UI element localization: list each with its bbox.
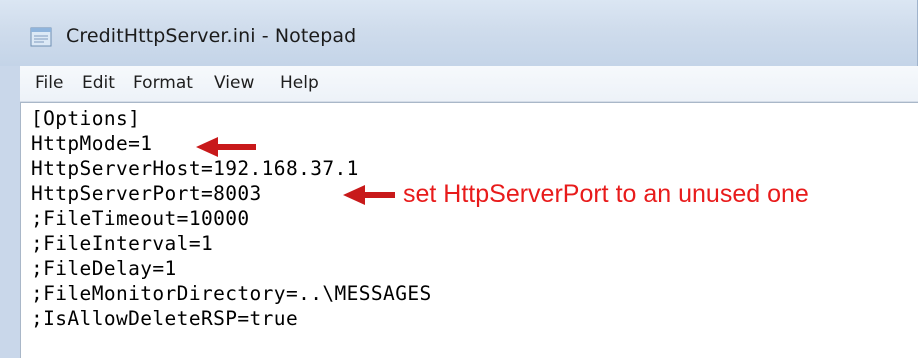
menu-format[interactable]: Format <box>133 73 193 93</box>
editor-line: ;IsAllowDeleteRSP=true <box>31 307 299 330</box>
editor-line: HttpServerPort=8003 <box>31 182 262 205</box>
editor-line: ;FileInterval=1 <box>31 232 214 255</box>
title-bar[interactable]: CreditHttpServer.ini - Notepad <box>0 0 918 66</box>
editor-line: ;FileDelay=1 <box>31 257 177 280</box>
menu-help[interactable]: Help <box>280 73 319 93</box>
editor-line: [Options] <box>31 107 141 130</box>
arrow-left-icon <box>196 137 256 157</box>
editor-line: HttpMode=1 <box>31 132 153 155</box>
annotation-text: set HttpServerPort to an unused one <box>403 180 809 208</box>
menu-edit[interactable]: Edit <box>82 73 115 93</box>
window-title: CreditHttpServer.ini - Notepad <box>66 25 357 47</box>
menu-view[interactable]: View <box>214 73 254 93</box>
notepad-icon <box>30 27 52 47</box>
notepad-window: CreditHttpServer.ini - Notepad File Edit… <box>0 0 918 358</box>
arrow-left-icon <box>343 185 395 205</box>
window-frame-left <box>0 66 20 358</box>
menu-file[interactable]: File <box>35 73 63 93</box>
menu-bar: File Edit Format View Help <box>20 66 918 102</box>
editor-line: HttpServerHost=192.168.37.1 <box>31 157 359 180</box>
editor-line: ;FileMonitorDirectory=..\MESSAGES <box>31 282 432 305</box>
editor-line: ;FileTimeout=10000 <box>31 207 250 230</box>
text-editor[interactable]: [Options] HttpMode=1 HttpServerHost=192.… <box>20 102 918 358</box>
